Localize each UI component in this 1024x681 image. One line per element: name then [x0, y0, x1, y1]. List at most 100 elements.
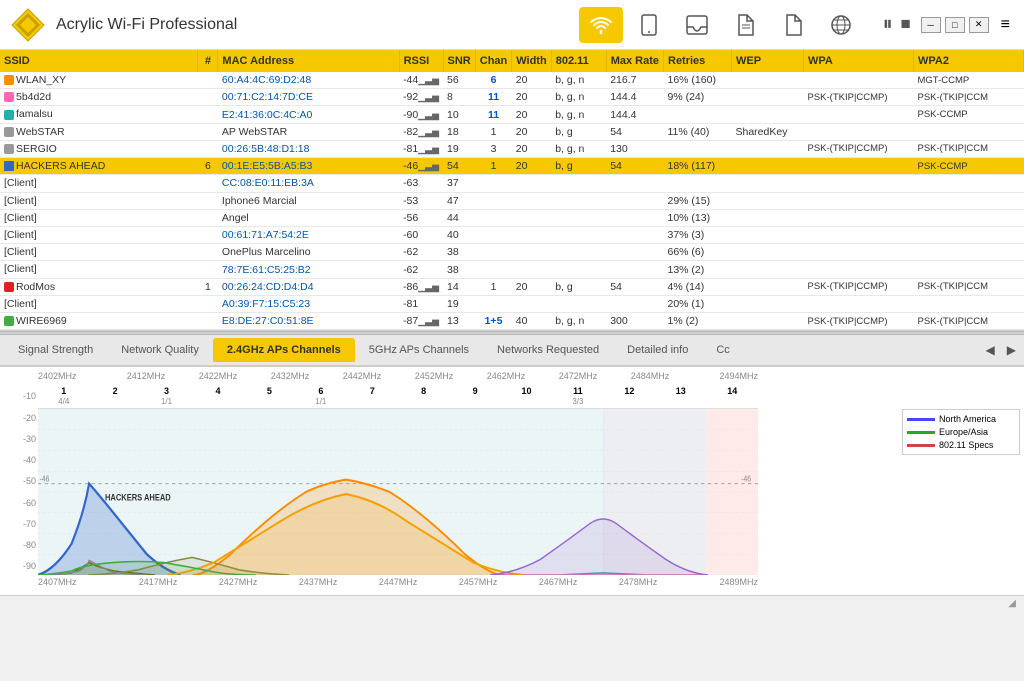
stop-btn[interactable]: ⏹ — [901, 13, 911, 36]
table-row[interactable]: WebSTAR AP WebSTAR -82▁▃▅ 18 1 20 b, g 5… — [0, 123, 1024, 140]
tab-2ghz-channels[interactable]: 2.4GHz APs Channels — [213, 338, 355, 362]
table-row[interactable]: HACKERS AHEAD 6 00:1E:E5:5B:A5:B3 -46▁▃▅… — [0, 158, 1024, 175]
resize-handle[interactable]: ◢ — [1008, 598, 1016, 609]
y-label-50: -50 — [0, 476, 36, 486]
table-row[interactable]: [Client] Iphone6 Marcial -53 47 29% (15) — [0, 192, 1024, 209]
cell-retries — [664, 106, 732, 123]
table-row[interactable]: WLAN_XY 60:A4:4C:69:D2:48 -44▁▃▅ 56 6 20… — [0, 72, 1024, 89]
cell-80211: b, g — [551, 158, 606, 175]
cell-mac: 00:26:24:CD:D4:D4 — [218, 278, 399, 295]
minimize-btn[interactable]: ─ — [921, 17, 941, 33]
table-row[interactable]: [Client] Angel -56 44 10% (13) — [0, 209, 1024, 226]
cell-wpa — [804, 226, 914, 243]
tab-prev-btn[interactable]: ◀ — [982, 341, 999, 359]
table-row[interactable]: [Client] OnePlus Marcelino -62 38 66% (6… — [0, 244, 1024, 261]
y-label-10: -10 — [0, 391, 36, 401]
maximize-btn[interactable]: □ — [945, 17, 965, 33]
cell-snr: 56 — [443, 72, 475, 89]
cell-retries: 20% (1) — [664, 295, 732, 312]
close-btn[interactable]: ✕ — [969, 17, 989, 33]
table-row[interactable]: WIRE6969 E8:DE:27:C0:51:8E -87▁▃▅ 13 1+5… — [0, 313, 1024, 330]
globe-toolbar-btn[interactable] — [819, 7, 863, 43]
cell-chan — [475, 261, 512, 278]
inbox-toolbar-btn[interactable] — [675, 7, 719, 43]
cell-wpa — [804, 295, 914, 312]
table-row[interactable]: [Client] A0:39:F7:15:C5:23 -81 19 20% (1… — [0, 295, 1024, 312]
cell-snr: 8 — [443, 89, 475, 106]
cell-80211 — [551, 192, 606, 209]
cell-wep — [732, 192, 804, 209]
cell-wep — [732, 209, 804, 226]
legend-label-80211: 802.11 Specs — [939, 440, 993, 450]
cell-chan: 6 — [475, 72, 512, 89]
y-label-30: -30 — [0, 434, 36, 444]
cell-mac: Iphone6 Marcial — [218, 192, 399, 209]
cell-wep — [732, 72, 804, 89]
col-wpa2: WPA2 — [914, 50, 1024, 72]
cell-maxrate: 216.7 — [606, 72, 663, 89]
cell-snr: 18 — [443, 123, 475, 140]
cell-mac: OnePlus Marcelino — [218, 244, 399, 261]
tab-5ghz-channels[interactable]: 5GHz APs Channels — [355, 338, 483, 362]
cell-maxrate: 300 — [606, 313, 663, 330]
cell-ssid: [Client] — [0, 226, 198, 243]
mhz-bottom-2417: 2417MHz — [118, 577, 198, 591]
cell-chan — [475, 175, 512, 192]
cell-rssi: -82▁▃▅ — [399, 123, 443, 140]
table-row[interactable]: RodMos 1 00:26:24:CD:D4:D4 -86▁▃▅ 14 1 2… — [0, 278, 1024, 295]
table-row[interactable]: [Client] CC:08:E0:11:EB:3A -63 37 — [0, 175, 1024, 192]
wifi-toolbar-btn[interactable] — [579, 7, 623, 43]
pause-btn[interactable]: ⏸ — [883, 13, 893, 36]
cell-mac: Angel — [218, 209, 399, 226]
table-row[interactable]: famalsu E2:41:36:0C:4C:A0 -90▁▃▅ 10 11 2… — [0, 106, 1024, 123]
cell-width: 20 — [512, 158, 551, 175]
cell-rssi: -60 — [399, 226, 443, 243]
col-mac: MAC Address — [218, 50, 399, 72]
y-label-70: -70 — [0, 519, 36, 529]
cell-wpa — [804, 192, 914, 209]
cell-snr: 47 — [443, 192, 475, 209]
cell-wep — [732, 244, 804, 261]
cell-rssi: -62 — [399, 244, 443, 261]
cell-wpa — [804, 209, 914, 226]
file-icon — [784, 14, 802, 36]
document-toolbar-btn[interactable] — [723, 7, 767, 43]
mhz-label-2422: 2422MHz — [182, 371, 254, 385]
chan-13-label: 13 — [655, 386, 706, 396]
cell-maxrate — [606, 226, 663, 243]
tab-detailed-info[interactable]: Detailed info — [613, 338, 702, 362]
tab-networks-requested[interactable]: Networks Requested — [483, 338, 613, 362]
legend-line-north-america — [907, 418, 935, 421]
cell-maxrate — [606, 295, 663, 312]
tab-cc[interactable]: Cc — [702, 338, 743, 362]
cell-retries: 37% (3) — [664, 226, 732, 243]
hamburger-menu-btn[interactable]: ≡ — [997, 12, 1014, 38]
table-row[interactable]: [Client] 00:61:71:A7:54:2E -60 40 37% (3… — [0, 226, 1024, 243]
tab-next-btn[interactable]: ▶ — [1003, 341, 1020, 359]
mhz-label-2452: 2452MHz — [398, 371, 470, 385]
cell-ssid: SERGIO — [0, 140, 198, 157]
network-dot — [4, 127, 14, 137]
signal-bars: ▁▃▅ — [418, 127, 439, 137]
cell-chan: 1 — [475, 158, 512, 175]
cell-mac: E8:DE:27:C0:51:8E — [218, 313, 399, 330]
table-row[interactable]: 5b4d2d 00:71:C2:14:7D:CE -92▁▃▅ 8 11 20 … — [0, 89, 1024, 106]
table-row[interactable]: SERGIO 00:26:5B:48:D1:18 -81▁▃▅ 19 3 20 … — [0, 140, 1024, 157]
cell-wpa: PSK-(TKIP|CCMP) — [804, 278, 914, 295]
cell-retries: 13% (2) — [664, 261, 732, 278]
table-row[interactable]: [Client] 78:7E:61:C5:25:B2 -62 38 13% (2… — [0, 261, 1024, 278]
chan-11-label: 113/3 — [552, 386, 603, 406]
cell-width: 20 — [512, 89, 551, 106]
chan-5-label: 5 — [244, 386, 295, 396]
tab-signal-strength[interactable]: Signal Strength — [4, 338, 107, 362]
tablet-toolbar-btn[interactable] — [627, 7, 671, 43]
mhz-label-2442: 2442MHz — [326, 371, 398, 385]
cell-retries: 16% (160) — [664, 72, 732, 89]
cell-snr: 37 — [443, 175, 475, 192]
cell-num — [198, 209, 218, 226]
signal-bars: ▁▃▅ — [418, 92, 439, 102]
legend-line-80211 — [907, 444, 935, 447]
tab-network-quality[interactable]: Network Quality — [107, 338, 213, 362]
file-toolbar-btn[interactable] — [771, 7, 815, 43]
cell-wpa: PSK-(TKIP|CCMP) — [804, 89, 914, 106]
